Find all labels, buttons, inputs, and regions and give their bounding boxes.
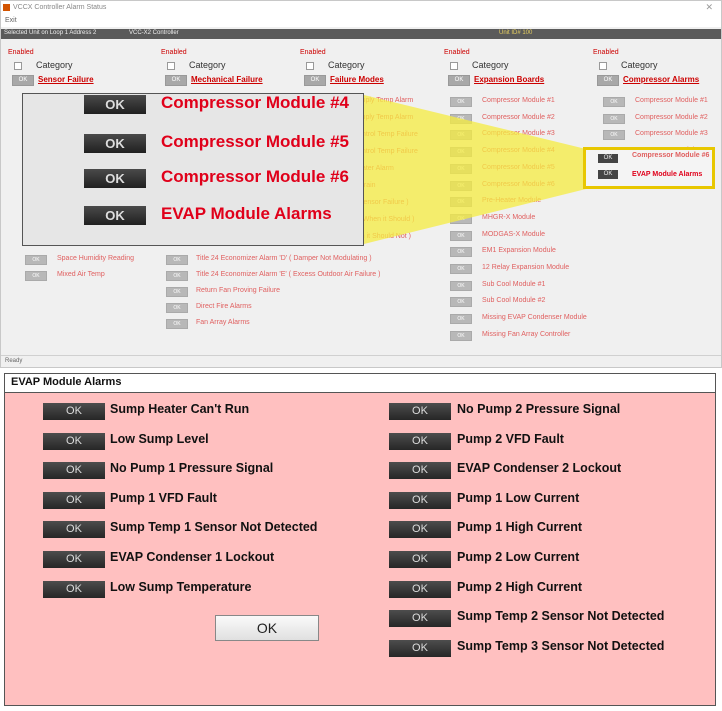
zoom-label: Compressor Module #5 (161, 132, 349, 151)
ok-button[interactable]: OK (389, 610, 451, 628)
alarm-label: Sump Temp 3 Sensor Not Detected (457, 638, 665, 653)
ok-button[interactable]: OK (43, 403, 105, 420)
evap-module-alarms-panel: EVAP Module Alarms OK OK Sump Heater Can'… (4, 373, 716, 706)
alarm-label: Pump 1 VFD Fault (110, 490, 217, 505)
ok-button[interactable]: OK (389, 491, 451, 509)
ok-button[interactable]: OK (84, 95, 146, 114)
alarm-label: Low Sump Temperature (110, 579, 252, 594)
ok-button[interactable]: OK (389, 639, 451, 657)
alarm-label: Sump Heater Can't Run (110, 402, 250, 416)
ok-button[interactable]: OK (84, 206, 146, 225)
panel-title: EVAP Module Alarms (11, 376, 122, 388)
alarm-label: Pump 1 Low Current (457, 490, 580, 505)
alarm-label: Sump Temp 1 Sensor Not Detected (110, 520, 318, 535)
ok-button[interactable]: OK (389, 551, 451, 568)
alarm-label: No Pump 2 Pressure Signal (457, 402, 621, 416)
ok-button[interactable]: OK (598, 170, 618, 179)
ok-button[interactable]: OK (43, 580, 105, 598)
alarm-label: Pump 2 High Current (457, 579, 583, 594)
ok-button[interactable]: OK (389, 403, 451, 420)
alarm-label: Pump 2 VFD Fault (457, 431, 564, 446)
highlight-box: OK Compressor Module #6 OK EVAP Module A… (583, 147, 715, 189)
ok-button[interactable]: OK (43, 432, 105, 450)
ok-button[interactable]: OK (43, 551, 105, 568)
panel-header: EVAP Module Alarms (5, 374, 715, 393)
alarm-label: EVAP Condenser 1 Lockout (110, 550, 275, 564)
ok-button[interactable]: OK (389, 580, 451, 598)
evap-module-alarms-label[interactable]: EVAP Module Alarms (632, 171, 702, 178)
alarm-label: No Pump 1 Pressure Signal (110, 461, 274, 476)
ok-button[interactable]: OK (43, 521, 105, 539)
ok-button[interactable]: OK (43, 491, 105, 509)
alarm-label: Pump 2 Low Current (457, 550, 580, 564)
ok-button[interactable]: OK (389, 521, 451, 539)
alarm-label: Pump 1 High Current (457, 520, 583, 535)
ok-button-large[interactable]: OK (215, 615, 319, 641)
ok-button[interactable]: OK (598, 154, 618, 163)
ok-button[interactable]: OK (84, 134, 146, 153)
ok-button[interactable]: OK (389, 432, 451, 450)
alarm-label: EVAP Condenser 2 Lockout (457, 461, 622, 476)
zoom-label: Compressor Module #6 (161, 167, 349, 186)
compressor-module-6-label: Compressor Module #6 (632, 152, 710, 159)
zoom-label: Compressor Module #4 (161, 93, 349, 112)
ok-button[interactable]: OK (84, 169, 146, 188)
ok-button[interactable]: OK (389, 462, 451, 480)
ok-button[interactable]: OK (43, 462, 105, 480)
alarm-label: Sump Temp 2 Sensor Not Detected (457, 609, 665, 624)
alarm-label: Low Sump Level (110, 431, 209, 446)
zoom-callout: OK Compressor Module #4 OK Compressor Mo… (22, 93, 364, 246)
zoom-label: EVAP Module Alarms (161, 204, 332, 223)
